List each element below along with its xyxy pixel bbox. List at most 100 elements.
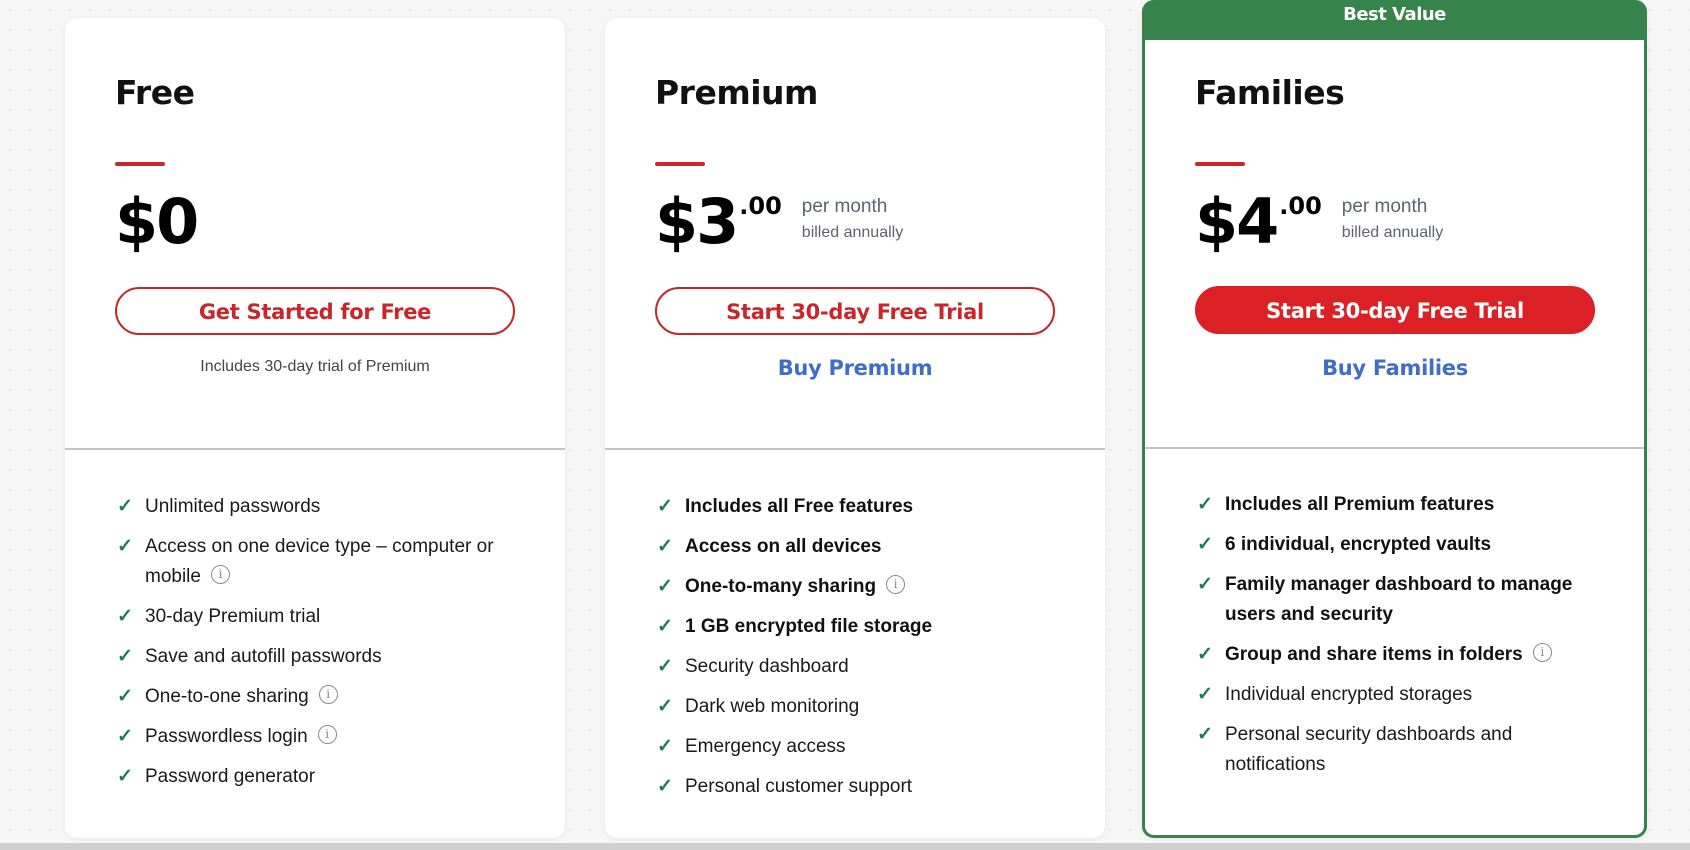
checkmark-icon: ✓ <box>657 616 673 637</box>
feature-text: Access on one device type – computer or … <box>145 536 494 587</box>
buy-families-link[interactable]: Buy Families <box>1195 356 1595 380</box>
info-icon[interactable]: i <box>1532 643 1552 663</box>
billing-note: per month billed annually <box>1342 194 1443 246</box>
accent-rule <box>1195 162 1245 166</box>
checkmark-icon: ✓ <box>1197 684 1213 705</box>
info-icon[interactable]: i <box>318 685 338 705</box>
checkmark-icon: ✓ <box>117 536 133 557</box>
checkmark-icon: ✓ <box>1197 574 1213 595</box>
feature-text: Includes all Free features <box>685 496 914 517</box>
feature-text: Access on all devices <box>685 536 882 557</box>
price-amount: $0 <box>115 185 199 258</box>
feature-item: ✓ Password generator <box>115 762 535 792</box>
feature-item: ✓ Group and share items in folders i <box>1195 640 1614 670</box>
start-trial-premium-button[interactable]: Start 30-day Free Trial <box>655 287 1055 335</box>
checkmark-icon: ✓ <box>657 656 673 677</box>
checkmark-icon: ✓ <box>1197 494 1213 515</box>
billing-period: per month <box>1341 196 1428 217</box>
checkmark-icon: ✓ <box>1197 534 1213 555</box>
feature-text: Save and autofill passwords <box>145 646 382 667</box>
checkmark-icon: ✓ <box>657 576 673 597</box>
feature-item: ✓ One-to-one sharing i <box>115 682 535 712</box>
feature-item: ✓ Unlimited passwords <box>115 492 535 522</box>
feature-text: Password generator <box>145 766 316 787</box>
feature-item: ✓ One-to-many sharing i <box>655 572 1075 602</box>
checkmark-icon: ✓ <box>657 696 673 717</box>
feature-text: Dark web monitoring <box>685 696 860 717</box>
plan-price: $4 .00 per month billed annually <box>1195 186 1443 258</box>
feature-item: ✓ Access on one device type – computer or… <box>115 532 535 592</box>
price-amount: $3 <box>655 185 739 258</box>
feature-text: Personal customer support <box>685 776 913 797</box>
checkmark-icon: ✓ <box>117 766 133 787</box>
trial-note: Includes 30-day trial of Premium <box>200 358 430 375</box>
feature-item: ✓ 6 individual, encrypted vaults <box>1195 530 1614 560</box>
price-cents: .00 <box>739 192 782 220</box>
card-divider <box>65 448 565 450</box>
feature-item: ✓ Personal customer support <box>655 772 1075 802</box>
accent-rule <box>655 162 705 166</box>
feature-item: ✓ Save and autofill passwords <box>115 642 535 672</box>
get-started-free-button[interactable]: Get Started for Free <box>115 287 515 335</box>
start-trial-families-button[interactable]: Start 30-day Free Trial <box>1195 286 1595 334</box>
info-icon[interactable]: i <box>886 575 906 595</box>
plan-title: Free <box>115 73 195 112</box>
plan-price: $3 .00 per month billed annually <box>655 186 903 258</box>
best-value-badge: Best Value <box>1142 0 1647 40</box>
checkmark-icon: ✓ <box>657 776 673 797</box>
feature-item: ✓ 30-day Premium trial <box>115 602 535 632</box>
feature-text: 1 GB encrypted file storage <box>685 616 933 637</box>
checkmark-icon: ✓ <box>657 736 673 757</box>
horizontal-scrollbar[interactable] <box>0 843 1690 850</box>
feature-item: ✓ Passwordless login i <box>115 722 535 752</box>
feature-item: ✓ Individual encrypted storages <box>1195 680 1614 710</box>
feature-text: Emergency access <box>685 736 846 757</box>
feature-item: ✓ Includes all Premium features <box>1195 490 1614 520</box>
feature-item: ✓ 1 GB encrypted file storage <box>655 612 1075 642</box>
feature-text: Includes all Premium features <box>1225 494 1495 515</box>
feature-text: Group and share items in folders <box>1225 644 1523 665</box>
plan-price: $0 <box>115 185 199 258</box>
checkmark-icon: ✓ <box>1197 644 1213 665</box>
info-icon[interactable]: i <box>317 725 337 745</box>
plan-card-families: Best Value Families $4 .00 per month bil… <box>1142 0 1647 838</box>
checkmark-icon: ✓ <box>117 726 133 747</box>
checkmark-icon: ✓ <box>1197 724 1213 745</box>
feature-item: ✓ Family manager dashboard to manage user… <box>1195 570 1614 630</box>
feature-text: One-to-many sharing <box>685 576 877 597</box>
feature-text: Individual encrypted storages <box>1225 684 1473 705</box>
accent-rule <box>115 162 165 166</box>
billing-frequency: billed annually <box>1341 224 1444 241</box>
feature-list: ✓ Includes all Free features ✓ Access on al… <box>655 492 1075 812</box>
buy-premium-link[interactable]: Buy Premium <box>655 356 1055 380</box>
feature-list: ✓ Includes all Premium features ✓ 6 individ… <box>1195 490 1614 790</box>
card-divider <box>605 448 1105 450</box>
feature-text: Unlimited passwords <box>145 496 321 517</box>
plan-card-free: Free $0 Get Started for Free Includes 30… <box>65 18 565 838</box>
info-icon[interactable]: i <box>210 565 230 585</box>
price-cents: .00 <box>1279 192 1322 220</box>
checkmark-icon: ✓ <box>117 686 133 707</box>
billing-frequency: billed annually <box>801 224 904 241</box>
feature-text: One-to-one sharing <box>145 686 309 707</box>
billing-note: per month billed annually <box>802 194 903 246</box>
feature-list: ✓ Unlimited passwords ✓ Access on one devic… <box>115 492 535 802</box>
feature-text: Passwordless login <box>145 726 308 747</box>
feature-text: Security dashboard <box>685 656 849 677</box>
feature-item: ✓ Emergency access <box>655 732 1075 762</box>
feature-text: Personal security dashboards and notific… <box>1225 724 1513 775</box>
plan-title: Premium <box>655 73 818 112</box>
checkmark-icon: ✓ <box>117 496 133 517</box>
billing-period: per month <box>801 196 888 217</box>
checkmark-icon: ✓ <box>657 496 673 517</box>
price-amount: $4 <box>1195 185 1279 258</box>
checkmark-icon: ✓ <box>117 646 133 667</box>
feature-item: ✓ Includes all Free features <box>655 492 1075 522</box>
feature-item: ✓ Access on all devices <box>655 532 1075 562</box>
card-divider <box>1145 447 1644 449</box>
plan-title: Families <box>1195 73 1345 112</box>
feature-text: Family manager dashboard to manage users… <box>1225 574 1573 625</box>
feature-item: ✓ Security dashboard <box>655 652 1075 682</box>
checkmark-icon: ✓ <box>657 536 673 557</box>
feature-text: 30-day Premium trial <box>145 606 321 627</box>
